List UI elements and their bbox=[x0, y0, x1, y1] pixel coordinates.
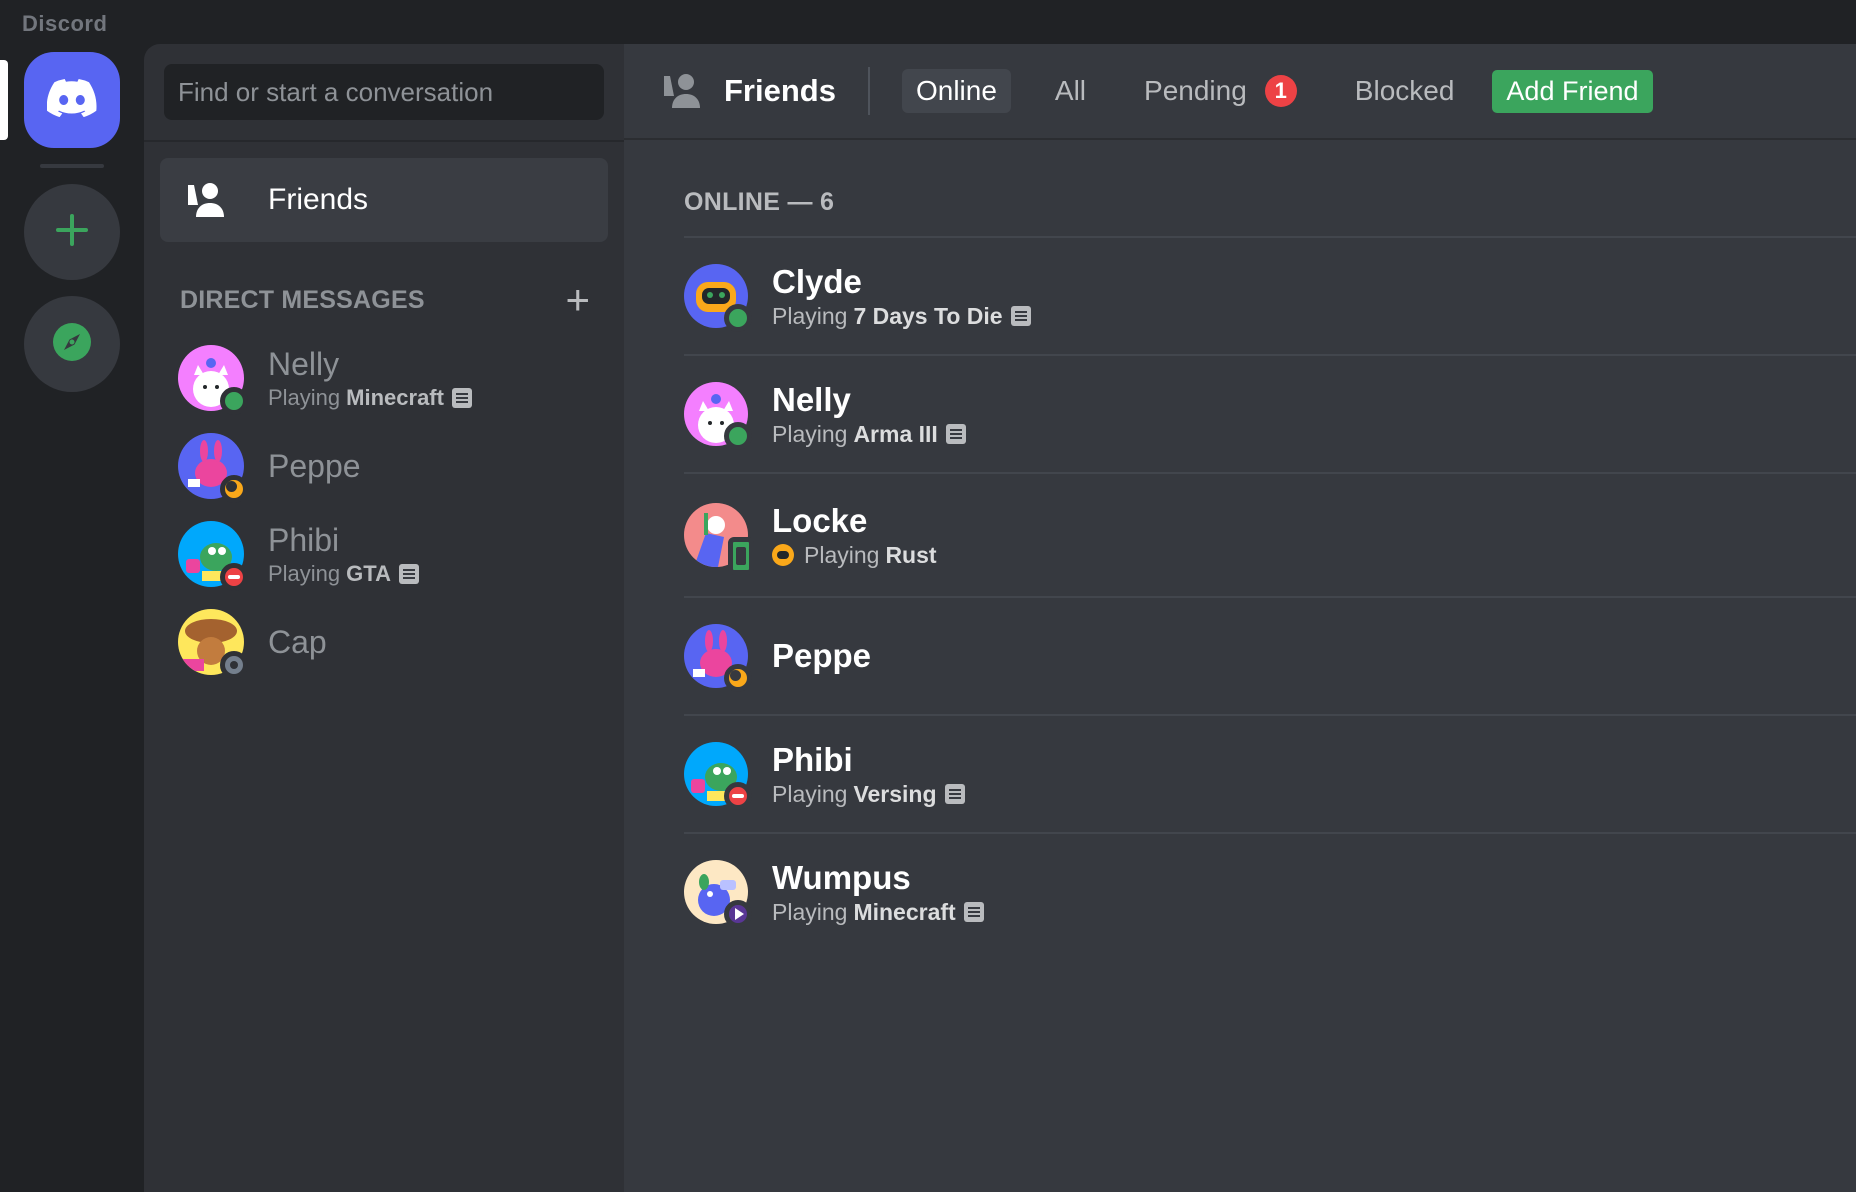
dm-sidebar: Friends DIRECT MESSAGES + bbox=[144, 44, 624, 1192]
title-bar: Discord bbox=[0, 0, 1856, 44]
friend-name: Locke bbox=[772, 501, 868, 539]
friend-activity: Playing Rust bbox=[772, 542, 937, 569]
friend-row-nelly[interactable]: Nelly Playing Arma III bbox=[684, 354, 1856, 472]
tab-pending[interactable]: Pending 1 bbox=[1130, 69, 1311, 113]
dm-item-nelly[interactable]: Nelly Playing Minecraft bbox=[160, 334, 608, 422]
friends-main-panel: Friends Online All Pending 1 Blocked Add… bbox=[624, 44, 1856, 1192]
tab-online[interactable]: Online bbox=[901, 69, 1011, 113]
status-idle-icon bbox=[220, 475, 248, 503]
dm-list: Nelly Playing Minecraft Peppe Phibi Play… bbox=[160, 334, 608, 686]
status-idle-icon bbox=[724, 664, 752, 692]
discord-logo-icon bbox=[46, 78, 97, 122]
status-mobile-icon bbox=[728, 537, 754, 575]
explore-servers-button[interactable] bbox=[24, 296, 120, 392]
friend-activity: Playing Arma III bbox=[772, 421, 966, 448]
friend-activity: Playing Minecraft bbox=[772, 899, 984, 926]
friends-list: Clyde Playing 7 Days To Die Nelly Playin… bbox=[684, 236, 1856, 950]
friends-icon bbox=[184, 181, 244, 219]
add-server-button[interactable] bbox=[24, 184, 120, 280]
status-dnd-icon bbox=[220, 563, 248, 591]
dm-section-header: DIRECT MESSAGES + bbox=[180, 279, 590, 321]
dm-name: Cap bbox=[268, 623, 327, 660]
rich-presence-icon bbox=[1010, 306, 1031, 326]
friends-toolbar: Friends Online All Pending 1 Blocked Add… bbox=[624, 44, 1856, 140]
tab-pending-label: Pending bbox=[1144, 75, 1247, 106]
friend-name: Phibi bbox=[772, 740, 853, 778]
dm-name: Phibi bbox=[268, 521, 340, 558]
status-online-icon bbox=[220, 387, 248, 415]
status-offline-icon bbox=[220, 651, 248, 679]
dm-item-peppe[interactable]: Peppe bbox=[160, 422, 608, 510]
search-input[interactable] bbox=[164, 64, 604, 120]
dm-section-title: DIRECT MESSAGES bbox=[180, 285, 425, 314]
dm-activity: Playing Minecraft bbox=[268, 385, 472, 411]
friend-activity: Playing 7 Days To Die bbox=[772, 303, 1031, 330]
friend-row-phibi[interactable]: Phibi Playing Versing bbox=[684, 714, 1856, 832]
friend-row-locke[interactable]: Locke Playing Rust bbox=[684, 472, 1856, 596]
tab-blocked[interactable]: Blocked bbox=[1341, 69, 1469, 113]
friend-name: Clyde bbox=[772, 262, 862, 300]
create-dm-icon[interactable]: + bbox=[565, 279, 590, 321]
rich-presence-icon bbox=[398, 563, 419, 584]
dm-name: Peppe bbox=[268, 447, 361, 484]
friend-row-peppe[interactable]: Peppe bbox=[684, 596, 1856, 714]
sidebar-item-label: Friends bbox=[268, 183, 369, 216]
friends-icon bbox=[660, 72, 708, 110]
sidebar-divider bbox=[144, 140, 624, 142]
friend-name: Nelly bbox=[772, 380, 851, 418]
friend-name: Wumpus bbox=[772, 858, 911, 896]
dm-item-phibi[interactable]: Phibi Playing GTA bbox=[160, 510, 608, 598]
status-dnd-icon bbox=[724, 782, 752, 810]
page-title: Friends bbox=[724, 73, 836, 108]
friend-name: Peppe bbox=[772, 637, 872, 674]
game-icon bbox=[772, 544, 794, 566]
status-streaming-icon bbox=[724, 900, 752, 928]
status-online-icon bbox=[724, 304, 752, 332]
toolbar-divider bbox=[867, 67, 870, 115]
online-count-header: ONLINE — 6 bbox=[684, 188, 835, 216]
sidebar-item-friends[interactable]: Friends bbox=[160, 158, 608, 242]
plus-icon bbox=[54, 212, 90, 253]
server-rail bbox=[0, 44, 144, 1192]
pending-count-badge: 1 bbox=[1264, 75, 1297, 107]
add-friend-button[interactable]: Add Friend bbox=[1492, 69, 1653, 113]
tab-all[interactable]: All bbox=[1041, 69, 1100, 113]
dm-activity: Playing GTA bbox=[268, 561, 419, 587]
rich-presence-icon bbox=[944, 784, 965, 804]
home-button[interactable] bbox=[24, 52, 120, 148]
friend-row-wumpus[interactable]: Wumpus Playing Minecraft bbox=[684, 832, 1856, 950]
rich-presence-icon bbox=[963, 902, 984, 922]
rich-presence-icon bbox=[451, 387, 472, 408]
dm-item-cap[interactable]: Cap bbox=[160, 598, 608, 686]
rich-presence-icon bbox=[945, 424, 966, 444]
friend-activity: Playing Versing bbox=[772, 781, 965, 808]
dm-name: Nelly bbox=[268, 345, 340, 382]
status-online-icon bbox=[724, 422, 752, 450]
selected-indicator bbox=[0, 60, 8, 140]
app-title: Discord bbox=[22, 11, 108, 36]
compass-icon bbox=[51, 321, 93, 368]
rail-separator bbox=[40, 164, 104, 168]
friend-row-clyde[interactable]: Clyde Playing 7 Days To Die bbox=[684, 236, 1856, 354]
